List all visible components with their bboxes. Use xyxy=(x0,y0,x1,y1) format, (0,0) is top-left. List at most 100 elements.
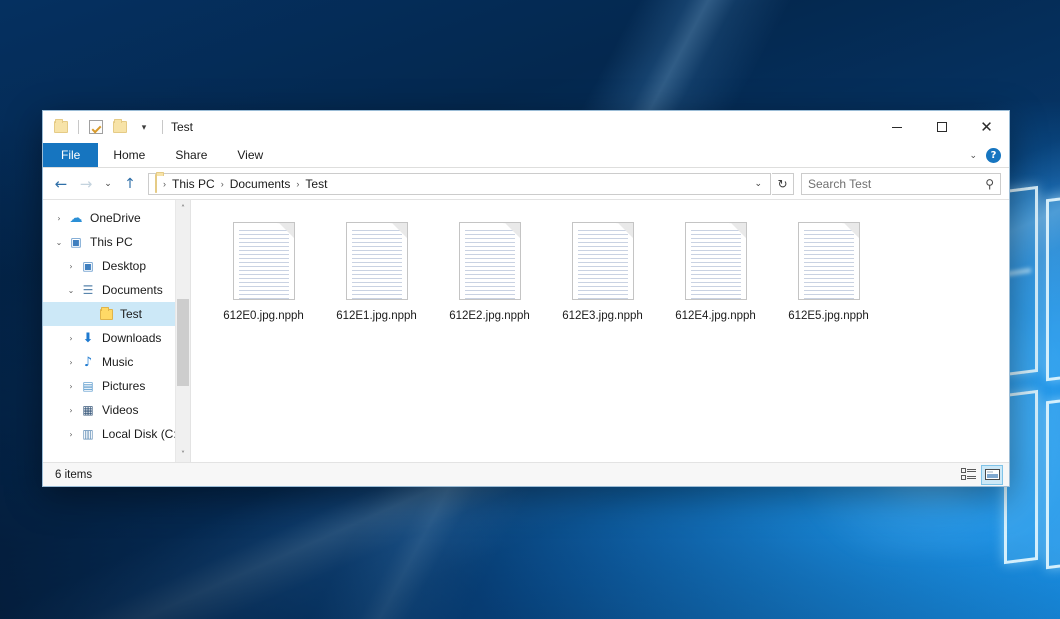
sidebar-item-downloads[interactable]: ›⬇ Downloads xyxy=(43,326,190,350)
sidebar-item-label: OneDrive xyxy=(90,211,141,225)
maximize-button[interactable] xyxy=(919,111,964,143)
tab-view[interactable]: View xyxy=(222,143,278,167)
file-item[interactable]: 612E4.jpg.npph xyxy=(659,216,772,331)
chevron-down-icon[interactable]: ⌄ xyxy=(51,238,67,247)
scroll-up-icon[interactable]: ˄ xyxy=(176,200,190,216)
sidebar-item-label: Documents xyxy=(102,283,163,297)
downloads-icon: ⬇ xyxy=(79,330,97,346)
folder-tree: ›☁OneDrive⌄▣This PC›▣Desktop⌄☰Documents … xyxy=(43,200,190,462)
document-file-icon xyxy=(459,222,521,300)
chevron-right-icon[interactable]: › xyxy=(63,262,79,271)
breadcrumb-test[interactable]: Test xyxy=(301,175,331,193)
document-lines xyxy=(352,230,402,299)
quick-access-toolbar: ▾ xyxy=(51,117,154,137)
title-bar: ▾ Test ✕ xyxy=(43,111,1009,143)
chevron-right-icon[interactable]: › xyxy=(63,382,79,391)
sidebar-item-this-pc[interactable]: ⌄▣This PC xyxy=(43,230,190,254)
breadcrumb[interactable]: › This PC › Documents › Test ⌄ xyxy=(148,173,771,195)
tab-file[interactable]: File xyxy=(43,143,98,167)
sidebar-scrollbar[interactable]: ˄ ˅ xyxy=(175,200,190,462)
toolbar-separator xyxy=(78,120,79,134)
file-item[interactable]: 612E5.jpg.npph xyxy=(772,216,885,331)
chevron-right-icon xyxy=(81,310,97,319)
title-separator xyxy=(162,120,163,134)
address-bar: ← → ⌄ ↑ › This PC › Documents › Test ⌄ ↻… xyxy=(43,168,1009,199)
file-name: 612E5.jpg.npph xyxy=(788,309,869,323)
search-input[interactable]: Search Test ⚲ xyxy=(801,173,1001,195)
refresh-button[interactable]: ↻ xyxy=(772,173,794,195)
document-file-icon xyxy=(798,222,860,300)
folder-glyph xyxy=(100,309,113,320)
breadcrumb-this-pc[interactable]: This PC xyxy=(168,175,219,193)
folder-icon xyxy=(97,306,115,322)
close-button[interactable]: ✕ xyxy=(964,111,1009,143)
tab-home[interactable]: Home xyxy=(98,143,160,167)
chevron-right-icon[interactable]: › xyxy=(63,406,79,415)
sidebar-item-videos[interactable]: ›▦Videos xyxy=(43,398,190,422)
file-list: 612E0.jpg.npph 612E1.jpg.npph 612E2.jpg.np… xyxy=(191,200,1009,462)
file-item[interactable]: 612E2.jpg.npph xyxy=(433,216,546,331)
document-lines xyxy=(578,230,628,299)
sidebar-item-desktop[interactable]: ›▣Desktop xyxy=(43,254,190,278)
minimize-button[interactable] xyxy=(874,111,919,143)
chevron-right-icon[interactable]: › xyxy=(63,334,79,343)
sidebar-item-label: Downloads xyxy=(102,331,161,345)
document-lines xyxy=(691,230,741,299)
document-file-icon xyxy=(685,222,747,300)
sidebar-item-music[interactable]: ›♪Music xyxy=(43,350,190,374)
tab-share[interactable]: Share xyxy=(160,143,222,167)
sidebar-item-test[interactable]: Test xyxy=(43,302,190,326)
new-folder-icon[interactable] xyxy=(110,117,130,137)
onedrive-icon: ☁ xyxy=(67,210,85,226)
status-bar: 6 items xyxy=(43,462,1009,486)
folder-icon xyxy=(155,175,157,193)
scrollbar-thumb[interactable] xyxy=(177,299,189,386)
file-explorer-window: ▾ Test ✕ File Home Share View ⌄ ? ← xyxy=(42,110,1010,487)
document-lines xyxy=(465,230,515,299)
chevron-down-icon[interactable]: ⌄ xyxy=(63,286,79,295)
desktop-wallpaper: ▾ Test ✕ File Home Share View ⌄ ? ← xyxy=(0,0,1060,619)
sidebar-item-local-disk-c[interactable]: ›▥ Local Disk (C:) xyxy=(43,422,190,446)
chevron-right-icon[interactable]: › xyxy=(63,430,79,439)
breadcrumb-separator: › xyxy=(294,179,301,189)
details-view-button[interactable] xyxy=(957,465,979,485)
folder-icon[interactable] xyxy=(51,117,71,137)
sidebar-item-onedrive[interactable]: ›☁ OneDrive xyxy=(43,206,190,230)
chevron-right-icon[interactable]: › xyxy=(51,214,67,223)
file-name: 612E2.jpg.npph xyxy=(449,309,530,323)
sidebar-item-documents[interactable]: ⌄☰Documents xyxy=(43,278,190,302)
window-controls: ✕ xyxy=(874,111,1009,143)
sidebar-item-label: Videos xyxy=(102,403,138,417)
chevron-down-icon[interactable]: ⌄ xyxy=(962,150,984,161)
back-button[interactable]: ← xyxy=(49,172,73,196)
document-lines xyxy=(239,230,289,299)
window-body: ›☁OneDrive⌄▣This PC›▣Desktop⌄☰Documents … xyxy=(43,199,1009,462)
sidebar-item-pictures[interactable]: ›▤Pictures xyxy=(43,374,190,398)
document-file-icon xyxy=(572,222,634,300)
scrollbar-track[interactable] xyxy=(176,216,190,446)
large-icons-view-button[interactable] xyxy=(981,465,1003,485)
file-item[interactable]: 612E3.jpg.npph xyxy=(546,216,659,331)
local-disk-icon: ▥ xyxy=(79,426,97,442)
windows-logo-pane xyxy=(1046,395,1060,569)
sidebar-item-label: Pictures xyxy=(102,379,145,393)
up-button[interactable]: ↑ xyxy=(118,172,142,196)
breadcrumb-documents[interactable]: Documents xyxy=(226,175,295,193)
scroll-down-icon[interactable]: ˅ xyxy=(176,446,190,462)
chevron-down-icon[interactable]: ▾ xyxy=(134,117,154,137)
sidebar-item-label: Local Disk (C:) xyxy=(102,427,181,441)
music-icon: ♪ xyxy=(79,354,97,370)
breadcrumb-separator: › xyxy=(161,179,168,189)
breadcrumb-separator: › xyxy=(219,179,226,189)
file-item[interactable]: 612E1.jpg.npph xyxy=(320,216,433,331)
file-name: 612E1.jpg.npph xyxy=(336,309,417,323)
file-name: 612E0.jpg.npph xyxy=(223,309,304,323)
document-file-icon xyxy=(346,222,408,300)
recent-locations-button[interactable]: ⌄ xyxy=(99,172,117,196)
document-lines xyxy=(804,230,854,299)
help-icon[interactable]: ? xyxy=(986,148,1001,163)
chevron-right-icon[interactable]: › xyxy=(63,358,79,367)
chevron-down-icon[interactable]: ⌄ xyxy=(749,178,767,189)
file-item[interactable]: 612E0.jpg.npph xyxy=(207,216,320,331)
properties-icon[interactable] xyxy=(86,117,106,137)
